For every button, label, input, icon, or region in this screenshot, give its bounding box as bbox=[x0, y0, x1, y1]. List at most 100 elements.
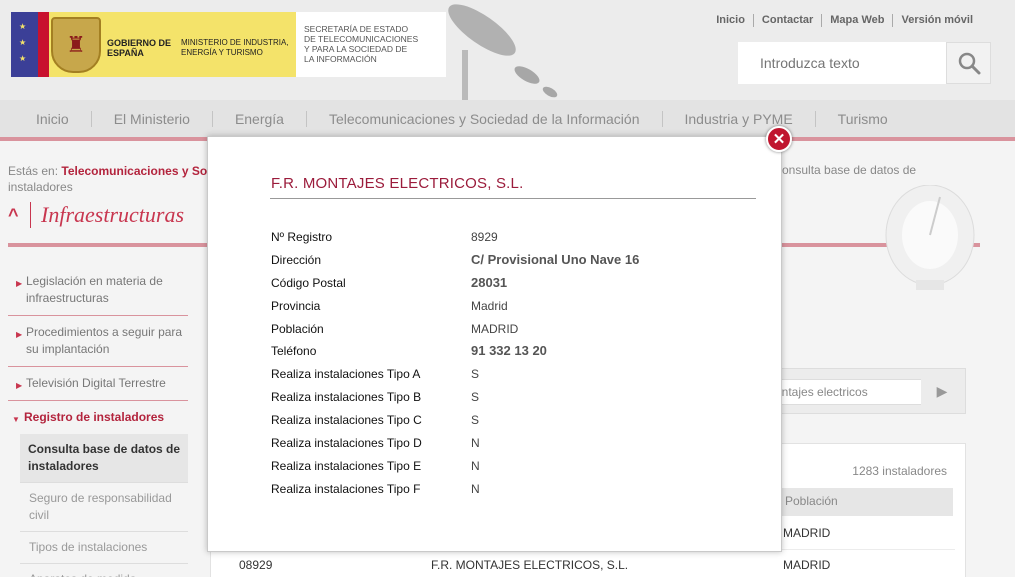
detail-value: Madrid bbox=[471, 298, 508, 313]
cell-poblacion: MADRID bbox=[783, 558, 831, 572]
eu-flag: ★ ★ ★ bbox=[11, 12, 38, 77]
breadcrumb-tail: onsulta base de datos de bbox=[782, 163, 917, 177]
detail-row: Realiza instalaciones Tipo D N bbox=[271, 433, 751, 456]
detail-value: 28031 bbox=[471, 274, 508, 290]
sidebar-subitem-aparatos[interactable]: Aparatos de medida bbox=[20, 564, 188, 577]
detail-label: Dirección bbox=[271, 252, 322, 267]
close-button[interactable]: ✕ bbox=[766, 126, 792, 152]
search-button[interactable] bbox=[946, 42, 991, 84]
close-icon: ✕ bbox=[772, 130, 786, 148]
coat-of-arms-icon: ♜ bbox=[51, 17, 101, 73]
cell-registro: 08929 bbox=[239, 558, 273, 572]
collapse-icon[interactable]: ^ bbox=[8, 205, 30, 226]
nav-inicio[interactable]: Inicio bbox=[36, 110, 92, 127]
filter-input[interactable]: ontajes electricos bbox=[771, 379, 921, 405]
page-title-row: ^ Infraestructuras bbox=[8, 201, 184, 229]
main-nav: Inicio El Ministerio Energía Telecomunic… bbox=[0, 100, 1015, 141]
nav-telecomunicaciones[interactable]: Telecomunicaciones y Sociedad de la Info… bbox=[329, 110, 663, 127]
detail-row: Dirección C/ Provisional Uno Nave 16 bbox=[271, 250, 751, 273]
breadcrumb-prefix: Estás en: bbox=[8, 164, 59, 178]
secretaria-logo[interactable]: SECRETARÍA DE ESTADO DE TELECOMUNICACION… bbox=[296, 12, 446, 77]
government-logo[interactable]: ★ ★ ★ ♜ GOBIERNO DE ESPAÑA MINISTERIO DE I… bbox=[11, 12, 296, 77]
sidebar-subitem-tipos[interactable]: Tipos de instalaciones bbox=[20, 532, 188, 564]
sidebar-item-registro[interactable]: ▼ Registro de instaladores bbox=[8, 401, 188, 434]
detail-value: 91 332 13 20 bbox=[471, 343, 547, 359]
breadcrumb-link[interactable]: Telecomunicaciones y So bbox=[61, 164, 207, 178]
detail-row: Población MADRID bbox=[271, 319, 751, 342]
top-links: Inicio Contactar Mapa Web Versión móvil bbox=[708, 14, 981, 27]
sidebar-subitem-consulta[interactable]: Consulta base de datos de instaladores bbox=[20, 434, 188, 483]
detail-row: Provincia Madrid bbox=[271, 296, 751, 319]
site-header: ★ ★ ★ ♜ GOBIERNO DE ESPAÑA MINISTERIO DE I… bbox=[0, 0, 1015, 100]
sidebar-item-label: Televisión Digital Terrestre bbox=[26, 376, 166, 390]
sidebar-item-label: Registro de instaladores bbox=[24, 410, 165, 424]
detail-value: C/ Provisional Uno Nave 16 bbox=[471, 251, 640, 267]
chevron-down-icon: ▼ bbox=[12, 415, 20, 424]
sidebar-item-tdt[interactable]: ▶ Televisión Digital Terrestre bbox=[8, 367, 188, 401]
detail-value: S bbox=[471, 413, 480, 428]
detail-label: Realiza instalaciones Tipo F bbox=[271, 481, 421, 496]
detail-label: Realiza instalaciones Tipo B bbox=[271, 390, 422, 405]
detail-label: Nº Registro bbox=[271, 230, 333, 244]
breadcrumb-line2: instaladores bbox=[8, 180, 73, 194]
detail-label: Realiza instalaciones Tipo E bbox=[271, 458, 422, 473]
page-title: Infraestructuras bbox=[41, 202, 184, 227]
chevron-right-icon: ▶ bbox=[936, 382, 948, 399]
gobierno-label: GOBIERNO DE ESPAÑA bbox=[107, 38, 172, 58]
detail-value: N bbox=[471, 481, 480, 496]
search-box bbox=[738, 42, 991, 84]
nav-el-ministerio[interactable]: El Ministerio bbox=[114, 110, 213, 127]
antenna-illustration bbox=[448, 4, 558, 100]
detail-value: 8929 bbox=[471, 230, 498, 244]
detail-value: S bbox=[471, 367, 480, 382]
detail-label: Teléfono bbox=[271, 344, 317, 359]
detail-label: Código Postal bbox=[271, 275, 346, 290]
top-link-mapa-web[interactable]: Mapa Web bbox=[821, 14, 892, 27]
detail-label: Realiza instalaciones Tipo C bbox=[271, 413, 422, 428]
installer-detail-modal: ✕ F.R. MONTAJES ELECTRICOS, S.L. Nº Regi… bbox=[207, 126, 792, 552]
top-link-version-movil[interactable]: Versión móvil bbox=[892, 14, 981, 27]
detail-row: Realiza instalaciones Tipo E N bbox=[271, 456, 751, 479]
detail-label: Provincia bbox=[271, 298, 321, 313]
top-link-contactar[interactable]: Contactar bbox=[752, 14, 821, 27]
filter-box: ontajes electricos ▶ bbox=[770, 368, 966, 414]
detail-row: Realiza instalaciones Tipo B S bbox=[271, 387, 751, 410]
secretaria-label: SECRETARÍA DE ESTADO DE TELECOMUNICACION… bbox=[304, 24, 419, 64]
sidebar: ▶ Legislación en materia de infraestruct… bbox=[8, 265, 188, 577]
detail-row: Realiza instalaciones Tipo F N bbox=[271, 479, 751, 502]
detail-fields: Nº Registro 8929 Dirección C/ Provisional U… bbox=[271, 227, 751, 502]
column-header-poblacion[interactable]: Población bbox=[773, 488, 953, 516]
cell-nombre: F.R. MONTAJES ELECTRICOS, S.L. bbox=[431, 558, 629, 572]
detail-row: Código Postal 28031 bbox=[271, 273, 751, 296]
sidebar-item-procedimientos[interactable]: ▶ Procedimientos a seguir para su implan… bbox=[8, 316, 188, 367]
sidebar-item-legislacion[interactable]: ▶ Legislación en materia de infraestruct… bbox=[8, 265, 188, 316]
top-link-inicio[interactable]: Inicio bbox=[708, 14, 753, 27]
ministerio-label: MINISTERIO DE INDUSTRIA, ENERGÍA Y TURIS… bbox=[181, 38, 289, 57]
nav-turismo[interactable]: Turismo bbox=[838, 111, 910, 127]
detail-row: Teléfono 91 332 13 20 bbox=[271, 341, 751, 364]
detail-row: Realiza instalaciones Tipo C S bbox=[271, 410, 751, 433]
modal-title: F.R. MONTAJES ELECTRICOS, S.L. bbox=[271, 175, 524, 192]
detail-row: Realiza instalaciones Tipo A S bbox=[271, 364, 751, 387]
title-divider bbox=[30, 202, 31, 228]
nav-energia[interactable]: Energía bbox=[235, 110, 307, 127]
table-row[interactable]: 08929 F.R. MONTAJES ELECTRICOS, S.L. MAD… bbox=[211, 550, 955, 577]
cell-poblacion: MADRID bbox=[783, 526, 831, 540]
bullet-icon: ▶ bbox=[16, 381, 23, 390]
sidebar-subitem-seguro[interactable]: Seguro de responsabilidad civil bbox=[20, 483, 188, 532]
nav-industria[interactable]: Industria y PYME bbox=[685, 110, 816, 127]
sidebar-item-label: Procedimientos a seguir para su implanta… bbox=[26, 325, 183, 356]
detail-label: Realiza instalaciones Tipo A bbox=[271, 367, 421, 382]
detail-label: Población bbox=[271, 321, 324, 336]
bullet-icon: ▶ bbox=[16, 279, 23, 288]
detail-label: Realiza instalaciones Tipo D bbox=[271, 436, 422, 451]
detail-value: S bbox=[471, 390, 480, 405]
search-icon bbox=[958, 52, 980, 75]
detail-value: N bbox=[471, 436, 480, 451]
spain-flag-stripe bbox=[38, 12, 49, 77]
detail-value: MADRID bbox=[471, 321, 519, 336]
modal-title-divider bbox=[270, 198, 756, 199]
filter-submit-button[interactable]: ▶ bbox=[919, 369, 965, 413]
search-input[interactable] bbox=[738, 42, 946, 84]
results-count: 1283 instaladores bbox=[852, 464, 947, 478]
